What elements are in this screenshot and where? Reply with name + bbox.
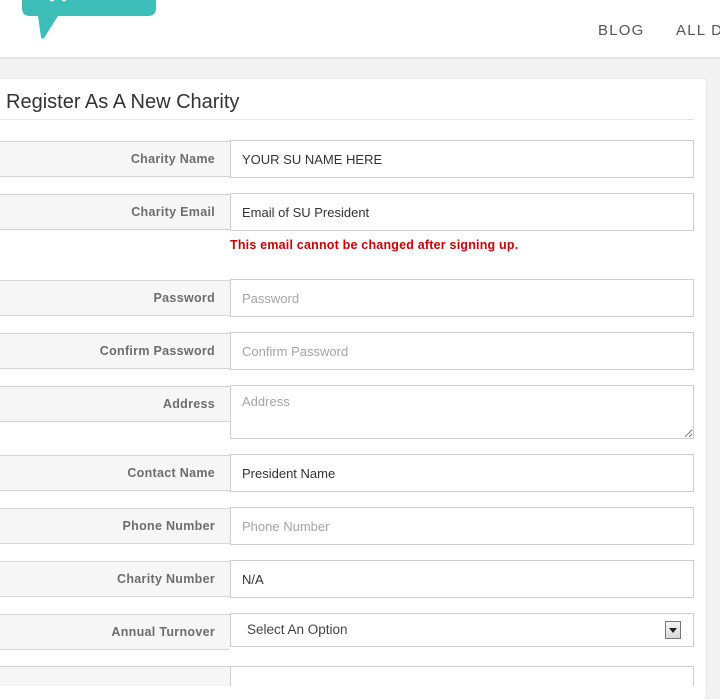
charity-name-input[interactable]	[230, 140, 694, 178]
contact-name-input[interactable]	[230, 454, 694, 492]
annual-turnover-select[interactable]: Select An Option	[230, 613, 694, 647]
next-row-label	[0, 666, 230, 686]
address-textarea[interactable]	[230, 385, 694, 439]
title-divider	[0, 119, 694, 120]
dropdown-arrow-icon[interactable]	[665, 621, 681, 639]
confirm-password-label: Confirm Password	[0, 333, 230, 369]
password-label: Password	[0, 280, 230, 316]
contact-name-label: Contact Name	[0, 455, 230, 491]
next-row-field[interactable]	[230, 666, 694, 686]
password-input[interactable]	[230, 279, 694, 317]
nav-all-link[interactable]: ALL D	[676, 22, 720, 39]
charity-number-label: Charity Number	[0, 561, 230, 597]
annual-turnover-label: Annual Turnover	[0, 614, 230, 650]
nav-blog-link[interactable]: BLOG	[598, 22, 644, 39]
charity-email-input[interactable]	[230, 193, 694, 231]
phone-number-label: Phone Number	[0, 508, 230, 544]
charity-name-label: Charity Name	[0, 141, 230, 177]
page-title: Register As A New Charity	[6, 91, 240, 113]
email-warning-text: This email cannot be changed after signi…	[230, 238, 519, 252]
address-label: Address	[0, 386, 230, 422]
confirm-password-input[interactable]	[230, 332, 694, 370]
annual-turnover-selected-value: Select An Option	[247, 622, 348, 637]
charity-email-label: Charity Email	[0, 194, 230, 230]
speech-bubble-logo-icon[interactable]	[0, 0, 160, 40]
phone-number-input[interactable]	[230, 507, 694, 545]
top-navigation-bar: BLOG ALL D	[0, 0, 720, 58]
charity-number-input[interactable]	[230, 560, 694, 598]
